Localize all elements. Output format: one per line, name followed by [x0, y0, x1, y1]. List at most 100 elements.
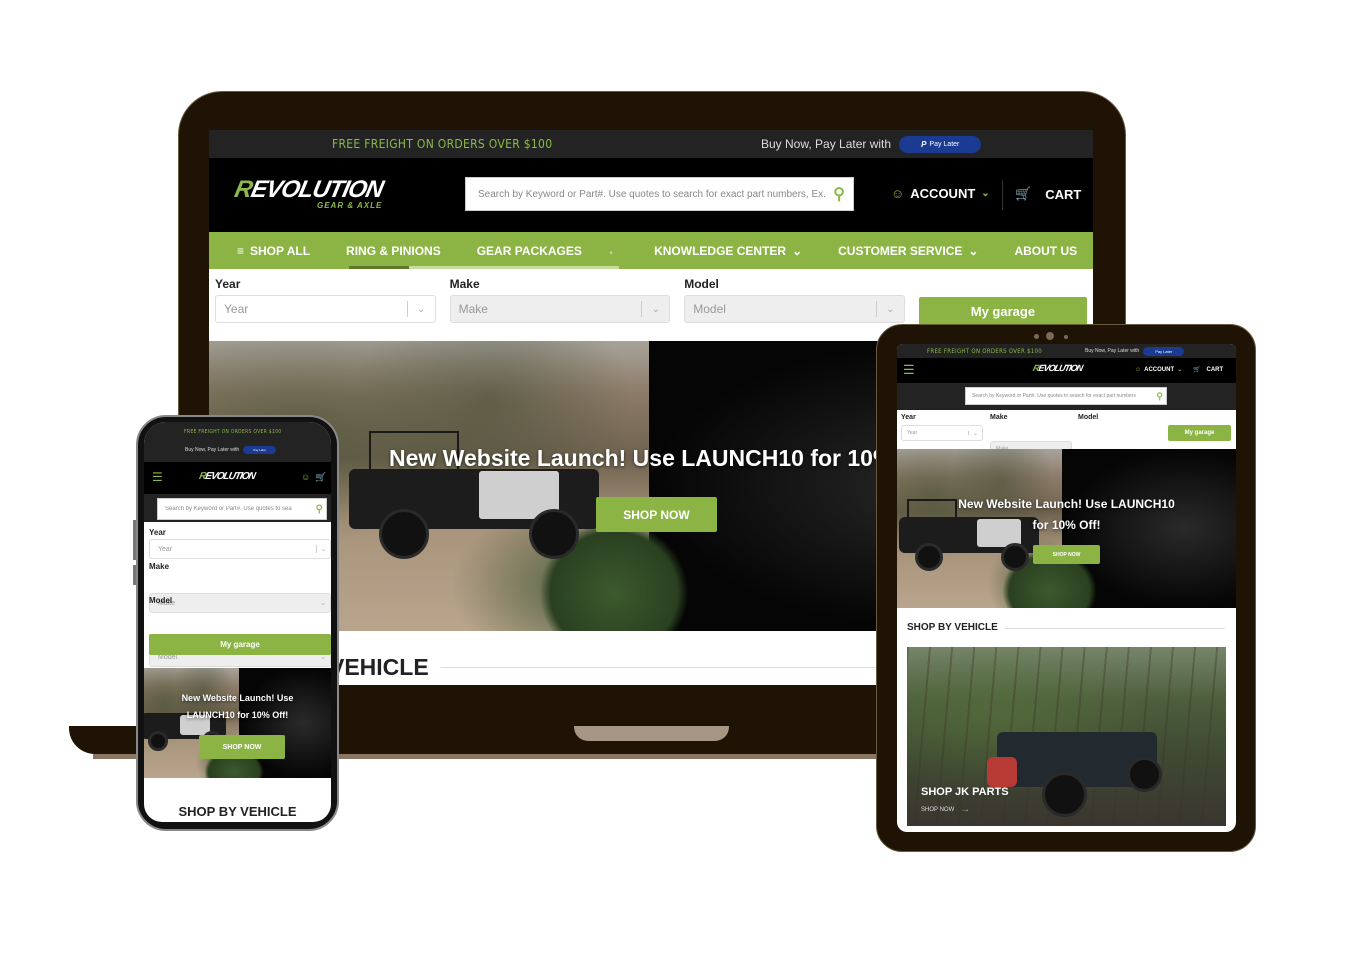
hamburger-icon[interactable]: ☰: [152, 470, 163, 484]
chevron-down-icon: ⌄: [316, 545, 330, 553]
model-select[interactable]: Model⌄: [684, 295, 905, 323]
hero-shop-now-button[interactable]: SHOP NOW: [596, 497, 717, 532]
model-field: Model Model ⌄: [684, 277, 905, 323]
site-logo[interactable]: REVOLUTION: [198, 471, 256, 482]
vehicle-finder: Year Year⌄ Make Make⌄ Model Model⌄ My ga…: [897, 410, 1236, 473]
phone-search-bar: Search by Keyword or Part#. Use quotes t…: [144, 494, 331, 522]
tablet-camera: [1046, 332, 1054, 340]
make-select[interactable]: Make⌄: [449, 295, 671, 323]
nav-customer-service[interactable]: CUSTOMER SERVICE ⌄: [820, 244, 996, 258]
jk-card-shop-now-link[interactable]: SHOP NOW →: [921, 804, 971, 815]
free-freight-promo[interactable]: FREE FREIGHT ON ORDERS OVER $100: [927, 348, 1042, 355]
site-logo[interactable]: REVOLUTION: [1032, 363, 1083, 373]
hero-headline: New Website Launch! Use LAUNCH10 for 10%…: [181, 693, 294, 720]
hamburger-icon[interactable]: ☰: [903, 362, 915, 378]
hero-banner: New Website Launch! Use LAUNCH10 for 10%…: [144, 668, 331, 778]
cart-icon: 🛒: [1015, 186, 1032, 201]
nav-about-us[interactable]: ABOUT US: [996, 244, 1093, 258]
hero-banner: New Website Launch! Use LAUNCH10 for 10%…: [897, 449, 1236, 608]
bnpl-group: Buy Now, Pay Later with Pay Later: [1085, 346, 1185, 356]
search-placeholder: Search by Keyword or Part#. Use quotes t…: [478, 188, 826, 200]
free-freight-promo[interactable]: FREE FREIGHT ON ORDERS OVER $100: [184, 429, 281, 435]
nav-ring-pinions[interactable]: RING & PINIONS: [328, 244, 459, 258]
tablet-announcement-bar: FREE FREIGHT ON ORDERS OVER $100 Buy Now…: [897, 344, 1236, 358]
nav-knowledge-center[interactable]: KNOWLEDGE CENTER ⌄: [636, 244, 820, 258]
chevron-down-icon: ⌄: [875, 301, 904, 317]
free-freight-promo[interactable]: FREE FREIGHT ON ORDERS OVER $100: [332, 137, 552, 151]
paylater-button[interactable]: Pay Later: [1143, 346, 1185, 356]
cart-link[interactable]: 🛒 CART: [1193, 366, 1223, 374]
tablet-search-bar: Search by Keyword or Part#. Use quotes t…: [897, 383, 1236, 410]
account-menu[interactable]: ☺ ACCOUNT ⌄: [891, 186, 990, 201]
laptop-trackpad-notch: [574, 726, 729, 741]
paylater-button[interactable]: P Pay Later: [899, 135, 982, 153]
shop-by-vehicle-heading: SHOP BY VEHICLE: [907, 622, 998, 633]
search-input[interactable]: Search by Keyword or Part#. Use quotes t…: [965, 387, 1167, 405]
section-divider: [1005, 628, 1225, 629]
chevron-down-icon: ⌄: [792, 243, 803, 258]
nav-stray-mark: ,: [609, 246, 613, 255]
phone-side-button: [133, 520, 136, 560]
chevron-down-icon: ⌄: [981, 188, 990, 199]
make-field: Make Make ⌄: [449, 277, 671, 323]
top-announcement-bar: FREE FREIGHT ON ORDERS OVER $100 Buy Now…: [209, 130, 1093, 158]
user-icon: ☺: [891, 186, 905, 201]
shop-by-vehicle-heading: VEHICLE: [329, 654, 429, 680]
account-menu[interactable]: ☺ ACCOUNT ⌄: [1135, 366, 1183, 374]
chevron-down-icon: ⌄: [968, 243, 979, 258]
chevron-down-icon: ⌄: [641, 301, 669, 317]
tablet-sensor: [1034, 334, 1039, 339]
hero-shop-now-button[interactable]: SHOP NOW: [199, 735, 285, 759]
site-header: REVOLUTION GEAR & AXLE Search by Keyword…: [209, 158, 1093, 232]
user-icon[interactable]: ☺: [301, 472, 310, 482]
site-logo[interactable]: REVOLUTION GEAR & AXLE: [232, 176, 385, 210]
hero-shop-now-button[interactable]: SHOP NOW: [1033, 545, 1100, 564]
my-garage-button[interactable]: My garage: [918, 297, 1087, 326]
chevron-down-icon: ⌄: [406, 301, 435, 317]
header-divider: [1002, 180, 1003, 210]
shop-jk-parts-card[interactable]: SHOP JK PARTS SHOP NOW →: [907, 647, 1226, 826]
bnpl-text: Buy Now, Pay Later with: [761, 137, 892, 151]
chevron-down-icon: ⌄: [320, 600, 326, 607]
my-garage-button[interactable]: My garage: [1168, 425, 1231, 441]
search-input[interactable]: Search by Keyword or Part#. Use quotes t…: [465, 177, 854, 211]
search-input[interactable]: Search by Keyword or Part#. Use quotes t…: [157, 498, 327, 520]
nav-shop-all[interactable]: ≡ SHOP ALL: [209, 244, 328, 258]
tablet-sensor: [1064, 335, 1068, 339]
cart-icon[interactable]: 🛒: [315, 472, 326, 483]
phone-screen: FREE FREIGHT ON ORDERS OVER $100 Buy Now…: [144, 422, 331, 822]
chevron-down-icon: ⌄: [1177, 367, 1183, 373]
nav-gear-packages[interactable]: GEAR PACKAGES: [459, 244, 600, 258]
cart-link[interactable]: 🛒 CART: [1015, 186, 1081, 202]
jk-jeep-image: [987, 727, 1177, 822]
phone-announcement-bar: FREE FREIGHT ON ORDERS OVER $100: [144, 422, 331, 442]
logo-tagline: GEAR & AXLE: [316, 201, 383, 210]
bnpl-group: Buy Now, Pay Later with Pay Later: [185, 446, 277, 454]
paylater-button[interactable]: Pay Later: [243, 446, 277, 454]
hamburger-icon: ≡: [237, 243, 245, 258]
jk-card-title: SHOP JK PARTS: [921, 786, 1009, 798]
shop-by-vehicle-heading: SHOP BY VEHICLE: [178, 804, 297, 819]
year-select[interactable]: Year ⌄: [149, 539, 331, 559]
tablet-screen: FREE FREIGHT ON ORDERS OVER $100 Buy Now…: [897, 344, 1236, 832]
vehicle-finder: Year Year⌄ Make Make⌄ Model Model⌄ My ga…: [144, 522, 331, 668]
phone-header: ☰ REVOLUTION ☺ 🛒: [144, 462, 331, 494]
search-icon[interactable]: ⚲: [825, 184, 853, 204]
my-garage-button[interactable]: My garage: [149, 634, 331, 655]
user-icon: ☺: [1135, 366, 1142, 373]
arrow-right-icon: →: [960, 804, 971, 815]
chevron-down-icon: ⌄: [968, 431, 982, 437]
cart-icon: 🛒: [1193, 367, 1201, 373]
year-field: Year Year ⌄: [215, 277, 436, 323]
search-icon[interactable]: ⚲: [1153, 391, 1166, 402]
phone-bnpl-bar: Buy Now, Pay Later with Pay Later: [144, 442, 331, 462]
make-select[interactable]: Make⌄: [149, 593, 331, 613]
tablet-header: ☰ REVOLUTION ☺ ACCOUNT ⌄ 🛒 CART: [897, 358, 1236, 383]
main-nav: ≡ SHOP ALL RING & PINIONS GEAR PACKAGES ,…: [209, 232, 1093, 269]
paypal-icon: P: [921, 139, 927, 149]
hero-headline: New Website Launch! Use LAUNCH10 for 10%: [389, 445, 894, 471]
year-select[interactable]: Year ⌄: [901, 425, 983, 441]
search-icon[interactable]: ⚲: [313, 504, 326, 515]
year-select[interactable]: Year ⌄: [215, 295, 436, 323]
phone-side-button: [133, 565, 136, 585]
